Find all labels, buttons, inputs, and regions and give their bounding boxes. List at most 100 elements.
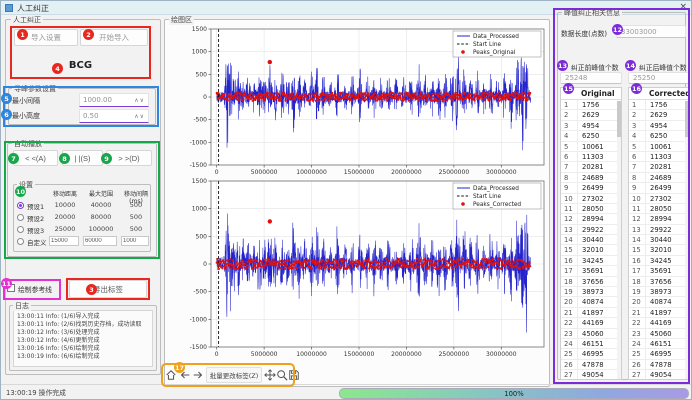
table-row[interactable]: 1837656 (629, 277, 689, 287)
forward-icon[interactable] (192, 369, 204, 381)
svg-text:-1500: -1500 (190, 162, 208, 169)
table-row[interactable]: 2749054 (629, 370, 689, 380)
table-row[interactable]: 1228994 (561, 214, 621, 224)
table-row[interactable]: 46250 (561, 131, 621, 141)
preset-custom-input[interactable] (83, 236, 117, 246)
table-row[interactable]: 1532010 (561, 245, 621, 255)
preset-label: 预设3 (27, 225, 44, 235)
preset-radio[interactable] (17, 226, 24, 233)
log-line: 13:00:16 Info: (5/6)绘制完成 (17, 345, 149, 353)
step-back-button[interactable]: < <(A) (13, 150, 58, 166)
app-window: 人工纠正 × 人工纠正 导入设置 开始导入 BCG 寻峰参数设置 最小间隔 10… (0, 0, 692, 400)
close-icon[interactable]: × (679, 2, 687, 12)
original-peaks-table: Original11756226293495446250510061611303… (560, 87, 622, 380)
table-row[interactable]: 2244169 (561, 318, 621, 328)
step-forward-button[interactable]: > >(D) (106, 150, 152, 166)
table-row[interactable]: 22629 (561, 110, 621, 120)
batch-change-label-button[interactable]: 批量更改标签(Z) (206, 367, 262, 383)
log-lines: 13:00:11 Info: (1/6)导入完成13:00:11 Info: (… (13, 310, 153, 367)
table-row[interactable]: 34954 (629, 121, 689, 131)
table-row[interactable]: 2647878 (629, 360, 689, 370)
table-row[interactable]: 34954 (561, 121, 621, 131)
table-row[interactable]: 2546995 (561, 349, 621, 359)
log-line: 13:00:19 Info: (6/6)绘制完成 (17, 353, 149, 361)
table-row[interactable]: 2141897 (561, 308, 621, 318)
table-row[interactable]: 1228994 (629, 214, 689, 224)
table-row[interactable]: 510061 (561, 142, 621, 152)
table-row[interactable]: 46250 (629, 131, 689, 141)
preset-value: 25000 (49, 225, 81, 233)
min-height-field[interactable]: 0.50 ∧∨ (79, 109, 149, 123)
table-row[interactable]: 2040874 (561, 297, 621, 307)
table-row[interactable]: 1735691 (561, 266, 621, 276)
table-row[interactable]: 2546995 (629, 349, 689, 359)
table-row[interactable]: 2749054 (561, 370, 621, 380)
preset-radio[interactable] (17, 214, 24, 221)
table-row[interactable]: 1430440 (629, 235, 689, 245)
table-row[interactable]: 11756 (629, 100, 689, 110)
signal-type-label: BCG (10, 60, 151, 71)
som-mark-1: 1 (17, 29, 28, 40)
som-mark-4: 4 (52, 63, 63, 74)
app-icon (5, 4, 13, 12)
table-row[interactable]: 824689 (629, 173, 689, 183)
min-height-label: 最小高度 (12, 111, 40, 121)
table-row[interactable]: 2647878 (561, 360, 621, 370)
zoom-icon[interactable] (276, 369, 288, 381)
table-row[interactable]: 1430440 (561, 235, 621, 245)
table-row[interactable]: 720281 (629, 162, 689, 172)
spinner-chevrons-icon[interactable]: ∧∨ (134, 113, 145, 120)
status-message: 13:00:19 操作完成 (6, 387, 66, 397)
pan-icon[interactable] (264, 369, 276, 381)
table-row[interactable]: 926499 (561, 183, 621, 193)
table-row[interactable]: 720281 (561, 162, 621, 172)
preset-radio[interactable] (17, 202, 24, 209)
table-row[interactable]: 1938973 (561, 287, 621, 297)
table-row[interactable]: 1634245 (629, 256, 689, 266)
som-mark-3: 3 (86, 284, 97, 295)
table-row[interactable]: 1128050 (561, 204, 621, 214)
table-row[interactable]: 1027302 (629, 194, 689, 204)
chart-peaks-corrected[interactable]: 0500000010000000150000002000000025000000… (167, 177, 547, 361)
export-labels-button[interactable]: 导出标签 (69, 280, 147, 298)
table-row[interactable]: 1735691 (629, 266, 689, 276)
table-row[interactable]: 2446151 (629, 339, 689, 349)
som-mark-6: 6 (1, 109, 12, 120)
svg-text:20000000: 20000000 (391, 169, 422, 176)
table-row[interactable]: 1329922 (561, 225, 621, 235)
min-interval-field[interactable]: 1000.00 ∧∨ (79, 93, 149, 107)
table-row[interactable]: 22629 (629, 110, 689, 120)
table-row[interactable]: 2446151 (561, 339, 621, 349)
svg-text:1500: 1500 (192, 26, 207, 33)
table-row[interactable]: 611303 (561, 152, 621, 162)
save-icon[interactable] (288, 369, 300, 381)
corrected-peaks-table: Corrected1175622629349544625051006161130… (628, 87, 690, 380)
table-row[interactable]: 1329922 (629, 225, 689, 235)
table-row[interactable]: 1634245 (561, 256, 621, 266)
table-row[interactable]: 2345060 (629, 329, 689, 339)
table-row[interactable]: 611303 (629, 152, 689, 162)
preset-custom-input[interactable] (49, 236, 79, 246)
table-row[interactable]: 1938973 (629, 287, 689, 297)
table-scrollbar[interactable] (685, 101, 689, 379)
preset-radio[interactable] (17, 238, 24, 245)
table-row[interactable]: 1532010 (629, 245, 689, 255)
table-row[interactable]: 2141897 (629, 308, 689, 318)
table-row[interactable]: 510061 (629, 142, 689, 152)
table-row[interactable]: 2345060 (561, 329, 621, 339)
preset-table: 移动距离最大范围移动间隔(ms)预设11000040000500预设220000… (13, 184, 151, 252)
table-row[interactable]: 2040874 (629, 297, 689, 307)
preset-custom-input[interactable] (121, 236, 149, 246)
table-row[interactable]: 1837656 (561, 277, 621, 287)
table-row[interactable]: 926499 (629, 183, 689, 193)
table-row[interactable]: 11756 (561, 100, 621, 110)
svg-text:25000000: 25000000 (439, 351, 470, 358)
table-row[interactable]: 824689 (561, 173, 621, 183)
table-row[interactable]: 1027302 (561, 194, 621, 204)
table-scrollbar[interactable] (617, 101, 621, 379)
table-row[interactable]: 1128050 (629, 204, 689, 214)
progress-text: 100% (504, 390, 523, 398)
chart-peaks-original[interactable]: 0500000010000000150000002000000025000000… (167, 23, 547, 177)
spinner-chevrons-icon[interactable]: ∧∨ (134, 97, 145, 104)
table-row[interactable]: 2244169 (629, 318, 689, 328)
